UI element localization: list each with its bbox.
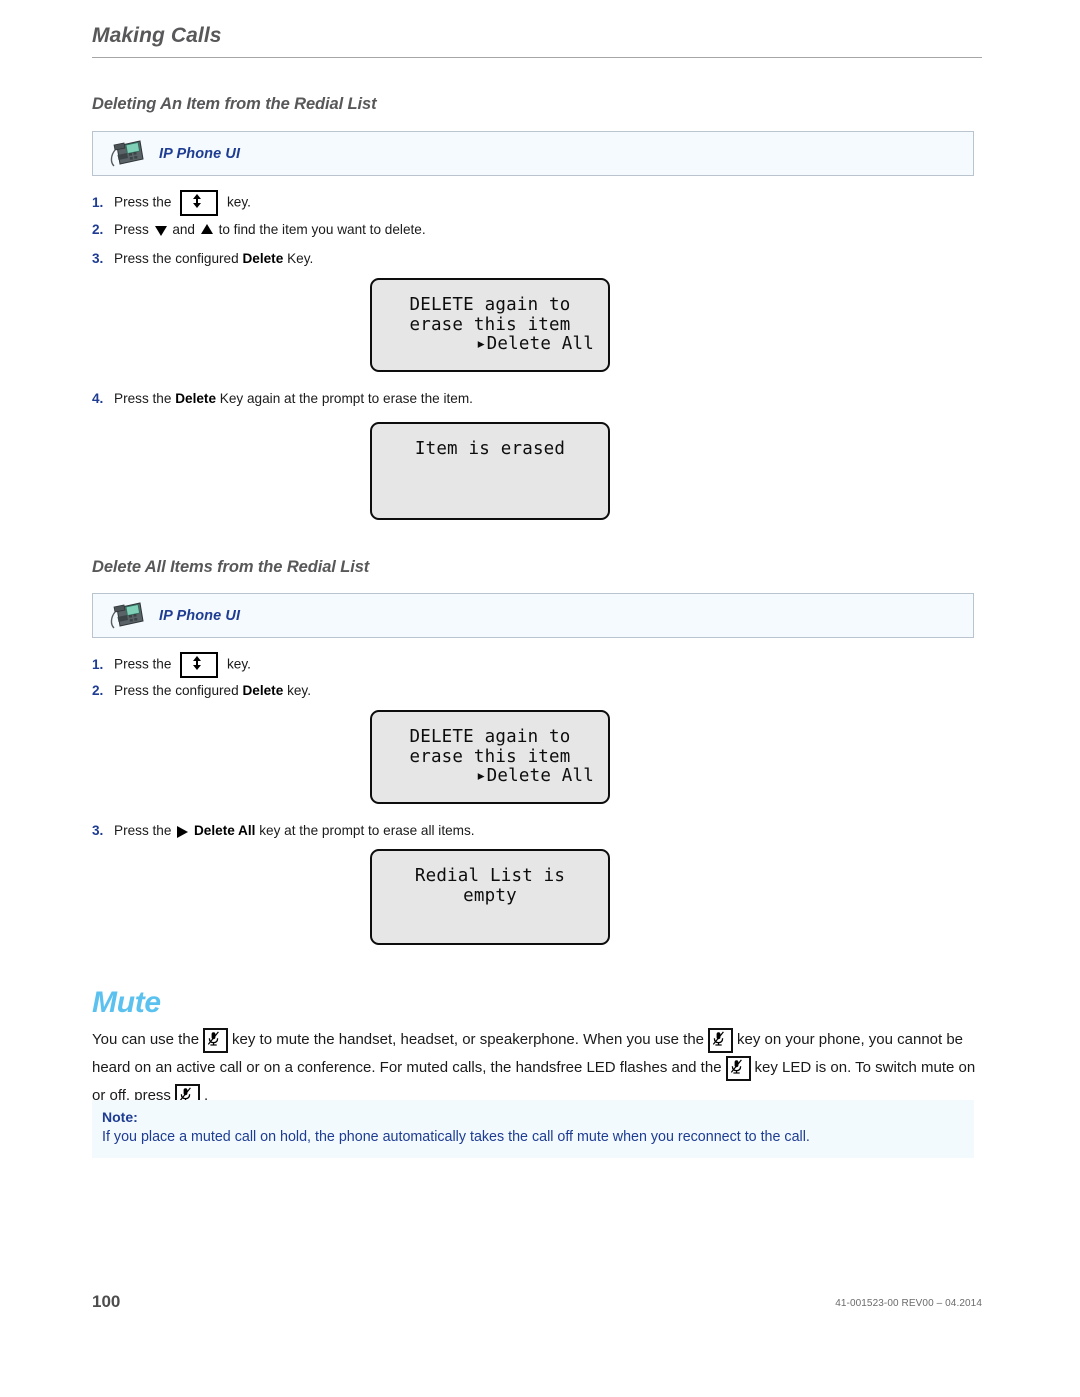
lcd-line-1: Redial List is: [414, 866, 566, 886]
mute-microphone-icon: [203, 1027, 229, 1053]
lcd-line-1: DELETE again to: [409, 727, 571, 747]
note-title: Note:: [102, 1109, 138, 1125]
step-number: 2.: [92, 222, 104, 237]
mute-microphone-icon: [708, 1027, 734, 1053]
lcd-softkey-marker-icon: ▸: [475, 766, 487, 787]
step-text-bold: Delete: [242, 683, 284, 698]
step-number: 1.: [92, 194, 104, 210]
callout-label-1: IP Phone UI: [159, 145, 241, 162]
lcd-line-2: empty: [463, 885, 517, 906]
mute-microphone-icon: [725, 1055, 751, 1081]
lcd-softkey-label: Delete All: [486, 766, 594, 787]
step-text-bold: Delete: [242, 251, 284, 266]
chapter-heading-mute: Mute: [92, 986, 161, 1019]
step-text-pre: Press the: [114, 656, 172, 672]
step-text-mid: and: [172, 222, 195, 237]
lcd-line-3: ▸Delete All: [386, 766, 594, 787]
mute-text-part2: key to mute the handset, headset, or spe…: [232, 1031, 705, 1048]
step-text-post: key.: [287, 683, 311, 698]
triangle-up-icon: [200, 224, 213, 235]
updown-arrow-key-icon: [180, 652, 219, 678]
step-text-bold: Delete All: [193, 823, 256, 838]
step-1-4: 4. Press the Delete Key again at the prom…: [92, 390, 473, 408]
lcd-line-2: erase this item: [409, 314, 571, 335]
step-2-2: 2. Press the configured Delete key.: [92, 682, 311, 700]
lcd-screen-redial-empty: Redial List is empty: [370, 849, 610, 945]
mute-paragraph: You can use the key to mute the handset,…: [92, 1026, 992, 1110]
step-text-pre: Press the configured: [114, 683, 239, 698]
step-2-3: 3. Press the Delete All key at the prompt…: [92, 822, 475, 840]
lcd-line-3: ▸Delete All: [386, 334, 594, 355]
step-text-post: Key again at the prompt to erase the ite…: [219, 391, 473, 406]
triangle-right-icon: [177, 826, 189, 839]
desk-phone-icon: [107, 137, 147, 171]
running-header-title: Making Calls: [92, 24, 222, 47]
lcd-screen-item-erased: Item is erased: [370, 422, 610, 520]
step-2-1: 1. Press the key.: [92, 652, 251, 678]
step-1-3: 3. Press the configured Delete Key.: [92, 250, 313, 268]
note-body: If you place a muted call on hold, the p…: [102, 1129, 810, 1145]
step-text-pre: Press the configured: [114, 251, 239, 266]
step-text-post: Key.: [287, 251, 314, 266]
callout-ip-phone-ui-2: IP Phone UI: [92, 593, 974, 638]
lcd-line-2: erase this item: [409, 746, 571, 767]
step-number: 1.: [92, 656, 104, 672]
step-text-post: to find the item you want to delete.: [218, 222, 426, 237]
section-heading-delete-all: Delete All Items from the Redial List: [92, 558, 370, 576]
document-page: Making Calls Deleting An Item from the R…: [0, 0, 1080, 1397]
footer-page-number: 100: [92, 1292, 121, 1311]
step-text-pre: Press the: [114, 823, 172, 838]
running-header: Making Calls: [92, 24, 982, 59]
desk-phone-icon: [107, 599, 147, 633]
section-heading-delete-item: Deleting An Item from the Redial List: [92, 95, 377, 113]
step-1-1: 1. Press the key.: [92, 190, 251, 216]
step-1-2: 2. Press and to find the item you want to…: [92, 221, 426, 239]
step-text-post: key.: [226, 656, 251, 672]
lcd-screen-delete-prompt-1: DELETE again to erase this item ▸Delete …: [370, 278, 610, 372]
lcd-line-1: DELETE again to: [409, 295, 571, 315]
step-number: 4.: [92, 391, 104, 406]
step-text-pre: Press the: [114, 194, 172, 210]
lcd-softkey-label: Delete All: [486, 334, 594, 355]
updown-arrow-key-icon: [180, 190, 219, 216]
step-text-post: key.: [226, 194, 251, 210]
header-divider: [92, 57, 982, 59]
callout-ip-phone-ui-1: IP Phone UI: [92, 131, 974, 176]
step-number: 3.: [92, 823, 104, 838]
callout-label-2: IP Phone UI: [159, 607, 241, 624]
step-number: 3.: [92, 251, 104, 266]
step-text-bold: Delete: [175, 391, 217, 406]
triangle-down-icon: [154, 226, 167, 237]
step-text-pre: Press: [114, 222, 149, 237]
mute-text-part1: You can use the: [92, 1031, 200, 1048]
note-box: Note: If you place a muted call on hold,…: [92, 1100, 974, 1158]
step-number: 2.: [92, 683, 104, 698]
step-text-pre: Press the: [114, 391, 172, 406]
lcd-softkey-marker-icon: ▸: [475, 334, 487, 355]
lcd-line-1: Item is erased: [414, 439, 566, 459]
lcd-screen-delete-prompt-2: DELETE again to erase this item ▸Delete …: [370, 710, 610, 804]
footer-document-ref: 41-001523-00 REV00 – 04.2014: [835, 1298, 982, 1309]
step-text-post: key at the prompt to erase all items.: [259, 823, 475, 838]
